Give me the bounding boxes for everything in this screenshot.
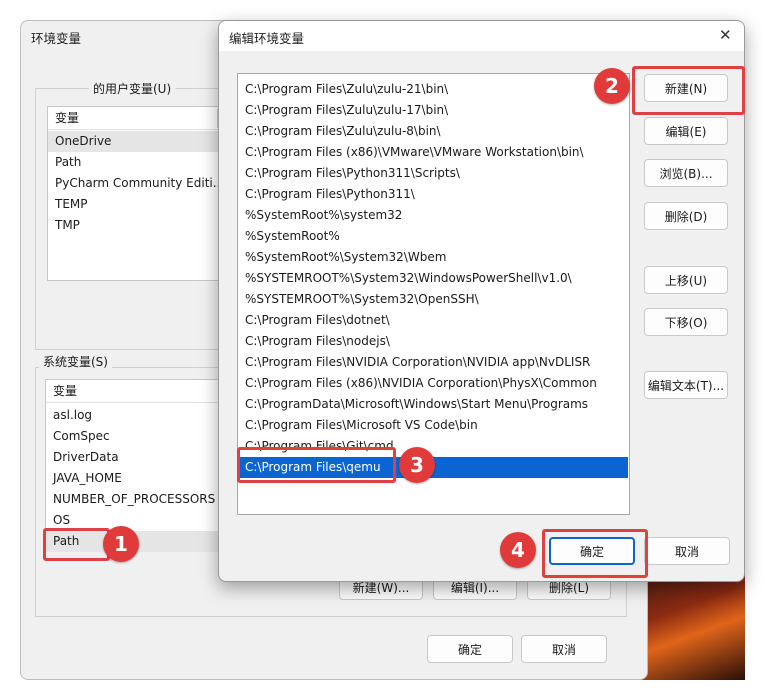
- annotation-box-qemu: [237, 447, 396, 483]
- annotation-badge-3: 3: [399, 447, 435, 483]
- path-item[interactable]: C:\Program Files\Microsoft VS Code\bin: [238, 415, 628, 436]
- move-up-button[interactable]: 上移(U): [644, 266, 728, 294]
- path-item[interactable]: C:\Program Files (x86)\VMware\VMware Wor…: [238, 142, 628, 163]
- path-item[interactable]: %SystemRoot%\system32: [238, 205, 628, 226]
- path-item[interactable]: C:\Program Files\NVIDIA Corporation\NVID…: [238, 352, 628, 373]
- delete-button[interactable]: 删除(D): [644, 202, 728, 230]
- list-item[interactable]: asl.log: [46, 405, 236, 426]
- path-item[interactable]: %SYSTEMROOT%\System32\WindowsPowerShell\…: [238, 268, 628, 289]
- user-col-header: 变量: [48, 107, 218, 130]
- annotation-badge-2: 2: [594, 68, 630, 104]
- list-item[interactable]: OneDrive: [48, 131, 236, 152]
- dialog-cancel-button[interactable]: 取消: [644, 537, 730, 565]
- path-item[interactable]: %SystemRoot%\System32\Wbem: [238, 247, 628, 268]
- system-variables-list[interactable]: 变量 asl.log ComSpec DriverData JAVA_HOME …: [45, 379, 237, 552]
- env-ok-button[interactable]: 确定: [427, 635, 513, 663]
- path-item[interactable]: C:\ProgramData\Microsoft\Windows\Start M…: [238, 394, 628, 415]
- list-item[interactable]: DriverData: [46, 447, 236, 468]
- path-item[interactable]: C:\Program Files\Zulu\zulu-17\bin\: [238, 100, 628, 121]
- list-item[interactable]: TEMP: [48, 194, 236, 215]
- path-item[interactable]: C:\Program Files\Zulu\zulu-21\bin\: [238, 79, 628, 100]
- path-item[interactable]: C:\Program Files\Python311\: [238, 184, 628, 205]
- system-variables-label: 系统变量(S): [39, 353, 112, 370]
- path-item[interactable]: %SYSTEMROOT%\System32\OpenSSH\: [238, 289, 628, 310]
- path-item[interactable]: C:\Program Files\Python311\Scripts\: [238, 163, 628, 184]
- path-item[interactable]: C:\Program Files\Zulu\zulu-8\bin\: [238, 121, 628, 142]
- list-item[interactable]: TMP: [48, 215, 236, 236]
- annotation-badge-1: 1: [103, 526, 139, 562]
- list-item[interactable]: ComSpec: [46, 426, 236, 447]
- system-col-header: 变量: [46, 380, 218, 403]
- path-item[interactable]: C:\Program Files\dotnet\: [238, 310, 628, 331]
- user-variables-list[interactable]: 变量 OneDrive Path PyCharm Community Editi…: [47, 106, 237, 281]
- list-item[interactable]: JAVA_HOME: [46, 468, 236, 489]
- user-variables-label: 的用户变量(U): [89, 80, 176, 97]
- annotation-box-ok: [542, 529, 648, 578]
- list-item[interactable]: PyCharm Community Editi...: [48, 173, 236, 194]
- dialog-title: 编辑环境变量: [229, 31, 305, 46]
- edit-text-button[interactable]: 编辑文本(T)...: [644, 371, 728, 399]
- move-down-button[interactable]: 下移(O): [644, 308, 728, 336]
- path-item[interactable]: C:\Program Files\nodejs\: [238, 331, 628, 352]
- path-item[interactable]: %SystemRoot%: [238, 226, 628, 247]
- close-icon[interactable]: ✕: [719, 26, 732, 44]
- list-item[interactable]: Path: [48, 152, 236, 173]
- browse-button[interactable]: 浏览(B)...: [644, 159, 728, 187]
- env-cancel-button[interactable]: 取消: [521, 635, 607, 663]
- path-item[interactable]: C:\Program Files (x86)\NVIDIA Corporatio…: [238, 373, 628, 394]
- edit-button[interactable]: 编辑(E): [644, 117, 728, 145]
- list-item[interactable]: NUMBER_OF_PROCESSORS: [46, 489, 236, 510]
- annotation-box-new: [632, 66, 745, 115]
- annotation-badge-4: 4: [500, 532, 536, 568]
- annotation-box-path: [43, 528, 110, 561]
- window-title: 环境变量: [31, 31, 82, 46]
